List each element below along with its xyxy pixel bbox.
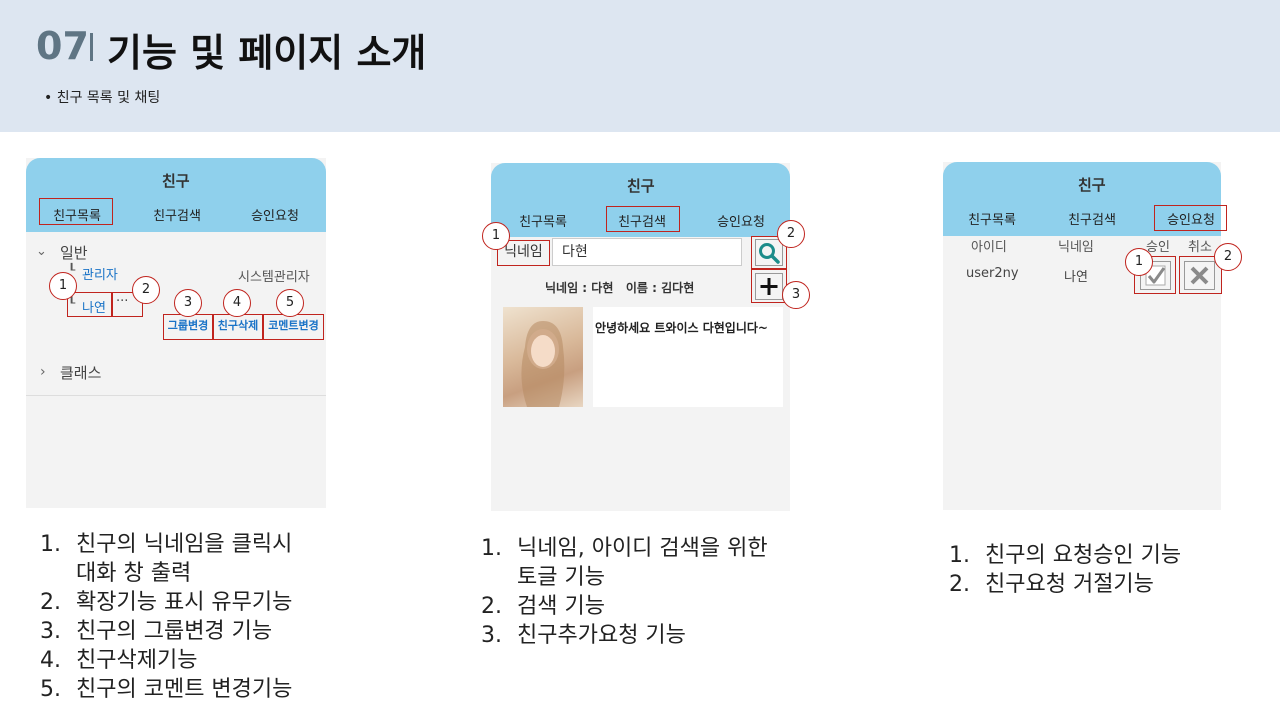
- search-button[interactable]: [755, 239, 783, 266]
- title-divider: [90, 33, 93, 61]
- column-header-nickname: 닉네임: [1058, 240, 1094, 255]
- panel-title: 친구: [1078, 176, 1106, 194]
- profile-photo: [503, 307, 583, 407]
- marker-3: 3: [782, 281, 810, 309]
- description-item: 토글 기능: [517, 565, 605, 590]
- group-class[interactable]: 클래스: [60, 362, 101, 383]
- slide-title: 기능 및 페이지 소개: [107, 31, 427, 75]
- description-list-3: 1. 친구의 요청승인 기능 2. 친구요청 거절기능: [949, 541, 1181, 599]
- marker-3: 3: [174, 289, 202, 317]
- panel-title: 친구: [162, 172, 190, 190]
- reject-button[interactable]: [1184, 261, 1215, 290]
- marker-1: 1: [482, 222, 510, 250]
- description-item: 2. 친구요청 거절기능: [949, 572, 1154, 597]
- slide-subtitle: • 친구 목록 및 채팅: [44, 90, 161, 106]
- highlight-box: [606, 206, 680, 232]
- description-item: 2. 검색 기능: [481, 594, 605, 619]
- tab-friend-search[interactable]: 친구검색: [1059, 209, 1125, 228]
- marker-2: 2: [1214, 243, 1242, 271]
- marker-1: 1: [1125, 248, 1153, 276]
- person-silhouette-icon: [521, 321, 565, 407]
- marker-1: 1: [49, 272, 77, 300]
- delete-friend-button[interactable]: 친구삭제: [213, 314, 263, 340]
- description-list-2: 1. 닉네임, 아이디 검색을 위한 토글 기능 2. 검색 기능 3. 친구추가요청…: [481, 534, 768, 650]
- description-item: 대화 창 출력: [76, 561, 192, 586]
- description-item: 1. 친구의 닉네임을 클릭시: [40, 532, 293, 557]
- marker-4: 4: [223, 289, 251, 317]
- profile-message: 안녕하세요 트와이스 다현입니다~: [595, 321, 768, 335]
- column-header-id: 아이디: [971, 240, 1007, 255]
- description-item: 2. 확장기능 표시 유무기능: [40, 590, 293, 615]
- marker-2: 2: [777, 220, 805, 248]
- group-general[interactable]: 일반: [60, 242, 88, 263]
- marker-5: 5: [276, 289, 304, 317]
- search-result-summary: 닉네임 : 다현 이름 : 김다현: [545, 281, 695, 295]
- tab-friend-list[interactable]: 친구목록: [510, 211, 576, 230]
- tab-approval[interactable]: 승인요청: [242, 205, 308, 224]
- request-user-id: user2ny: [966, 266, 1019, 281]
- add-friend-button[interactable]: [755, 273, 783, 300]
- search-input[interactable]: 다현: [552, 238, 742, 266]
- highlight-box: [39, 198, 113, 225]
- change-group-button[interactable]: 그룹변경: [163, 314, 213, 340]
- friend-comment: 시스템관리자: [238, 270, 310, 285]
- section-number: 07: [36, 24, 89, 68]
- column-header-cancel: 취소: [1188, 240, 1212, 255]
- marker-2: 2: [132, 276, 160, 304]
- divider: [26, 395, 326, 396]
- description-item: 4. 친구삭제기능: [40, 648, 198, 673]
- description-item: 1. 닉네임, 아이디 검색을 위한: [481, 536, 768, 561]
- chevron-right-icon[interactable]: ›: [40, 364, 46, 380]
- change-comment-button[interactable]: 코멘트변경: [263, 314, 324, 340]
- tab-approval[interactable]: 승인요청: [708, 211, 774, 230]
- close-icon: [1190, 266, 1209, 285]
- plus-icon: [760, 278, 778, 295]
- request-user-nickname: 나연: [1064, 270, 1088, 285]
- chevron-down-icon[interactable]: ⌄: [36, 244, 47, 259]
- tab-friend-search[interactable]: 친구검색: [144, 205, 210, 224]
- description-item: 3. 친구추가요청 기능: [481, 623, 686, 648]
- description-item: 3. 친구의 그룹변경 기능: [40, 619, 273, 644]
- friend-name-admin[interactable]: 관리자: [82, 264, 118, 283]
- highlight-box: [1154, 205, 1227, 231]
- panel-title: 친구: [627, 177, 655, 195]
- tab-friend-list[interactable]: 친구목록: [959, 209, 1025, 228]
- description-item: 1. 친구의 요청승인 기능: [949, 543, 1182, 568]
- description-list-1: 1. 친구의 닉네임을 클릭시 대화 창 출력 2. 확장기능 표시 유무기능 3.…: [40, 530, 292, 704]
- search-icon: [759, 243, 780, 264]
- highlight-box: [67, 292, 112, 317]
- description-item: 5. 친구의 코멘트 변경기능: [40, 677, 293, 702]
